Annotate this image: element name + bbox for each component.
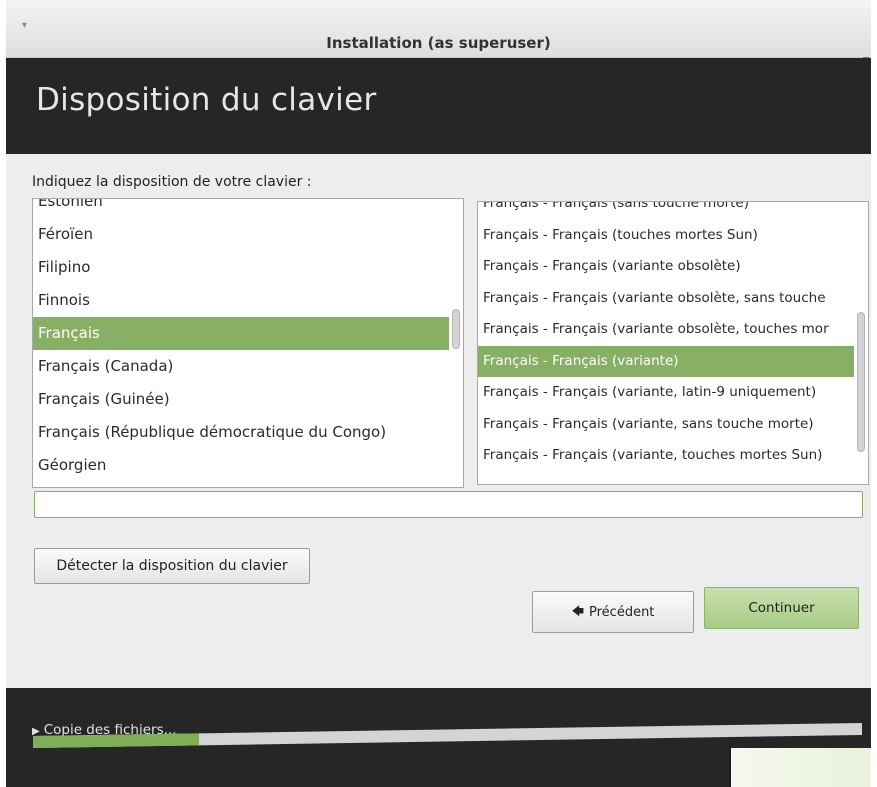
back-arrow-icon: 🡄 xyxy=(571,603,584,618)
back-button[interactable]: 🡄 Précédent xyxy=(532,591,694,633)
page-header: Disposition du clavier xyxy=(6,58,871,154)
continue-button[interactable]: Continuer xyxy=(704,587,859,629)
layout-list-item[interactable]: Français (République démocratique du Con… xyxy=(33,416,449,449)
variant-list-item[interactable]: Français - Français (variante) xyxy=(478,345,854,377)
keyboard-test-input[interactable] xyxy=(34,491,863,518)
minimize-button[interactable]: _ xyxy=(863,44,869,58)
page-title: Disposition du clavier xyxy=(36,82,377,118)
layout-list-item[interactable]: Féroïen xyxy=(33,218,449,251)
layout-list-item[interactable]: Finnois xyxy=(33,284,449,317)
variant-list-item[interactable]: Français - Français (variante, touches m… xyxy=(478,440,854,472)
desktop-panel xyxy=(731,748,871,787)
installer-window: ▾ Installation (as superuser) _ Disposit… xyxy=(6,0,871,787)
variant-list-scrollbar[interactable] xyxy=(857,312,865,452)
layout-list-item[interactable]: Français xyxy=(33,317,449,350)
variant-list-item[interactable]: Français - Français (sans touche morte) xyxy=(478,202,854,220)
title-bar[interactable]: ▾ Installation (as superuser) _ xyxy=(6,0,871,58)
desktop-background xyxy=(871,0,877,787)
layout-list[interactable]: Estonien Féroïen Filipino Finnois Français Fr… xyxy=(32,198,464,488)
variant-list-item[interactable]: Français - Français (variante obsolète, … xyxy=(478,283,854,315)
variant-list-item[interactable]: Français - Français (variante obsolète, … xyxy=(478,314,854,346)
variant-list-item[interactable]: Français - Français (variante obsolète) xyxy=(478,251,854,283)
layout-list-scrollbar[interactable] xyxy=(452,309,460,349)
layout-list-item[interactable]: Français (Canada) xyxy=(33,350,449,383)
variant-list-item[interactable]: Français - Français (touches mortes Sun) xyxy=(478,220,854,252)
variant-list[interactable]: Français - Français (sans touche morte) F… xyxy=(477,201,869,485)
window-menu-icon[interactable]: ▾ xyxy=(22,20,27,31)
progress-bar-fill xyxy=(33,733,199,748)
detect-layout-button[interactable]: Détecter la disposition du clavier xyxy=(34,548,310,584)
layout-list-item[interactable]: Estonien xyxy=(33,199,449,218)
back-button-label: Précédent xyxy=(589,604,655,620)
variant-list-item[interactable]: Français - Français (variante, latin-9 u… xyxy=(478,377,854,409)
layout-list-item[interactable]: Français (Guinée) xyxy=(33,383,449,416)
layout-list-item[interactable]: Géorgien xyxy=(33,449,449,482)
variant-list-item[interactable]: Français - Français (variante, sans touc… xyxy=(478,409,854,441)
desktop-divider xyxy=(729,745,731,787)
layout-prompt: Indiquez la disposition de votre clavier… xyxy=(32,174,312,190)
window-title: Installation (as superuser) xyxy=(326,34,551,52)
layout-list-item[interactable]: Filipino xyxy=(33,251,449,284)
